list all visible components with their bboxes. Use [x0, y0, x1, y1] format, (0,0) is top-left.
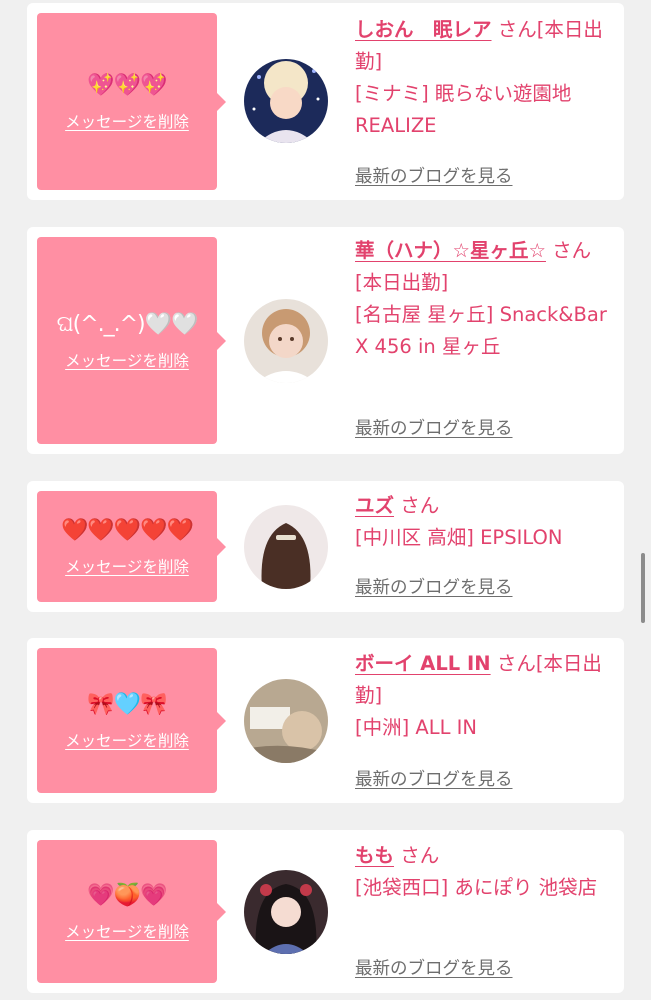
message-info: もも さん [池袋西口] あにぽり 池袋店: [355, 840, 617, 904]
shop-label: [中洲] ALL IN: [355, 716, 478, 739]
message-stamp: 🎀🩵🎀 メッセージを削除: [37, 648, 226, 793]
avatar[interactable]: [244, 679, 328, 763]
message-info: 華（ハナ）☆星ヶ丘☆ さん [本日出勤] [名古屋 星ヶ丘] Snack&Bar …: [355, 235, 617, 363]
shop-label: [中川区 高畑] EPSILON: [355, 526, 563, 549]
view-blog-link[interactable]: 最新のブログを見る: [355, 574, 513, 599]
delete-message-button[interactable]: メッセージを削除: [65, 349, 189, 371]
cast-name-link[interactable]: ボーイ ALL IN: [355, 652, 491, 675]
status-label: [本日出勤]: [355, 271, 449, 294]
delete-message-button[interactable]: メッセージを削除: [65, 110, 189, 132]
stamp-emoji: ଘ(^._.^)🤍🤍: [56, 311, 199, 337]
message-card: 💗🍑💗 メッセージを削除 もも さん [池袋西口] あにぽり 池袋店 最新のブロ…: [27, 830, 624, 993]
message-card: ❤️❤️❤️❤️❤️ メッセージを削除 ユズ さん [中川区 高畑] EPSIL…: [27, 481, 624, 612]
cast-name-link[interactable]: もも: [355, 844, 394, 867]
delete-message-button[interactable]: メッセージを削除: [65, 729, 189, 751]
message-stamp: ❤️❤️❤️❤️❤️ メッセージを削除: [37, 491, 226, 602]
scrollbar[interactable]: [641, 553, 645, 623]
honorific: さん: [497, 18, 537, 41]
avatar-photo-icon: [244, 505, 328, 589]
message-card: ଘ(^._.^)🤍🤍 メッセージを削除 華（ハナ）☆星ヶ丘☆ さん [本日出勤] …: [27, 227, 624, 454]
stamp-emoji: ❤️❤️❤️❤️❤️: [61, 517, 194, 543]
avatar-photo-icon: [244, 870, 328, 954]
avatar[interactable]: [244, 59, 328, 143]
cast-name-link[interactable]: 華（ハナ）☆星ヶ丘☆: [355, 239, 546, 262]
message-info: ユズ さん [中川区 高畑] EPSILON: [355, 490, 617, 554]
delete-message-button[interactable]: メッセージを削除: [65, 555, 189, 577]
honorific: さん: [496, 652, 536, 675]
message-stamp: ଘ(^._.^)🤍🤍 メッセージを削除: [37, 237, 226, 444]
avatar-photo-icon: [244, 679, 328, 763]
cast-name-link[interactable]: ユズ: [355, 494, 394, 517]
message-card: 🎀🩵🎀 メッセージを削除 ボーイ ALL IN さん[本日出勤] [中洲] AL…: [27, 638, 624, 803]
avatar-photo-icon: [244, 59, 328, 143]
view-blog-link[interactable]: 最新のブログを見る: [355, 163, 513, 188]
avatar-photo-icon: [244, 299, 328, 383]
honorific: さん: [400, 494, 440, 517]
avatar[interactable]: [244, 870, 328, 954]
view-blog-link[interactable]: 最新のブログを見る: [355, 415, 513, 440]
message-card: 💖💖💖 メッセージを削除 しおん 眠レア さん[本日出勤] [ミナミ] 眠らない…: [27, 3, 624, 200]
honorific: さん: [400, 844, 440, 867]
avatar[interactable]: [244, 505, 328, 589]
shop-label: [池袋西口] あにぽり 池袋店: [355, 876, 598, 899]
delete-message-button[interactable]: メッセージを削除: [65, 920, 189, 942]
honorific: さん: [552, 239, 592, 262]
avatar[interactable]: [244, 299, 328, 383]
message-info: ボーイ ALL IN さん[本日出勤] [中洲] ALL IN: [355, 648, 617, 744]
message-stamp: 💖💖💖 メッセージを削除: [37, 13, 226, 190]
message-info: しおん 眠レア さん[本日出勤] [ミナミ] 眠らない遊園地REALIZE: [355, 14, 617, 142]
view-blog-link[interactable]: 最新のブログを見る: [355, 955, 513, 980]
stamp-emoji: 💗🍑💗: [87, 882, 167, 908]
view-blog-link[interactable]: 最新のブログを見る: [355, 766, 513, 791]
cast-name-link[interactable]: しおん 眠レア: [355, 18, 492, 41]
message-stamp: 💗🍑💗 メッセージを削除: [37, 840, 226, 983]
shop-label: [ミナミ] 眠らない遊園地REALIZE: [355, 82, 572, 137]
stamp-emoji: 🎀🩵🎀: [87, 691, 167, 717]
shop-label: [名古屋 星ヶ丘] Snack&Bar X 456 in 星ヶ丘: [355, 303, 607, 358]
stamp-emoji: 💖💖💖: [87, 72, 167, 98]
